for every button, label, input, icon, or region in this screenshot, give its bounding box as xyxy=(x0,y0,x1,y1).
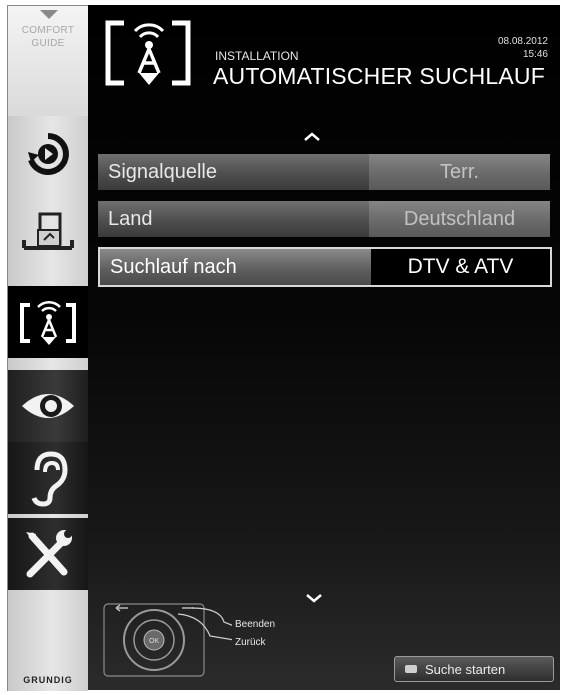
menu-row-value: Terr. xyxy=(369,154,550,190)
menu-row-label: Signalquelle xyxy=(98,154,369,190)
sidebar-item-installation[interactable] xyxy=(8,286,88,358)
menu-row-signal-source[interactable]: Signalquelle Terr. xyxy=(98,154,550,190)
eye-icon xyxy=(22,394,74,418)
time-text: 15:46 xyxy=(522,49,548,60)
exit-hint: Beenden xyxy=(235,619,276,630)
menu-row-search-for[interactable]: Suchlauf nach DTV & ATV xyxy=(98,247,552,287)
page-subtitle: INSTALLATION xyxy=(215,49,299,63)
remote-control-icon: OK xyxy=(103,603,232,677)
brand-logo: GRUNDIG xyxy=(23,675,73,685)
sidebar-item-tools[interactable] xyxy=(8,518,88,590)
installation-icon xyxy=(20,300,76,345)
menu-row-label: Suchlauf nach xyxy=(100,249,371,285)
page-title: AUTOMATISCHER SUCHLAUF xyxy=(213,63,545,89)
sidebar-item-media[interactable] xyxy=(8,198,88,270)
menu-row-label: Land xyxy=(98,201,369,237)
menu-row-value: DTV & ATV xyxy=(371,249,550,285)
main-panel: INSTALLATION AUTOMATISCHER SUCHLAUF 08.0… xyxy=(88,5,560,690)
back-hint: Zurück xyxy=(235,637,266,648)
scroll-down-icon[interactable] xyxy=(306,593,322,609)
sidebar: COMFORT GUIDE GRUNDIG xyxy=(7,5,88,691)
sidebar-item-sound[interactable] xyxy=(8,442,88,514)
menu-row-value: Deutschland xyxy=(369,201,550,237)
ear-icon xyxy=(31,451,68,507)
tools-icon xyxy=(26,530,72,578)
start-search-button[interactable]: Suche starten xyxy=(394,656,554,682)
scroll-up-icon[interactable] xyxy=(304,132,320,148)
menu-row-country[interactable]: Land Deutschland xyxy=(98,201,550,237)
color-key-icon xyxy=(405,665,417,673)
source-icon xyxy=(28,133,69,175)
comfort-guide-label-1: COMFORT xyxy=(21,25,75,36)
comfort-guide-label-2: GUIDE xyxy=(31,38,65,49)
triangle-down-icon xyxy=(40,10,58,19)
ok-label: OK xyxy=(149,638,159,645)
date-text: 08.08.2012 xyxy=(497,36,548,47)
installation-header-icon xyxy=(105,20,191,86)
sidebar-item-source[interactable] xyxy=(8,118,88,190)
sidebar-item-picture[interactable] xyxy=(8,370,88,442)
clock: 08.08.2012 15:46 xyxy=(498,35,548,61)
start-search-label: Suche starten xyxy=(425,661,506,677)
media-icon xyxy=(22,212,74,250)
comfort-guide-tab[interactable]: COMFORT GUIDE xyxy=(8,6,88,116)
